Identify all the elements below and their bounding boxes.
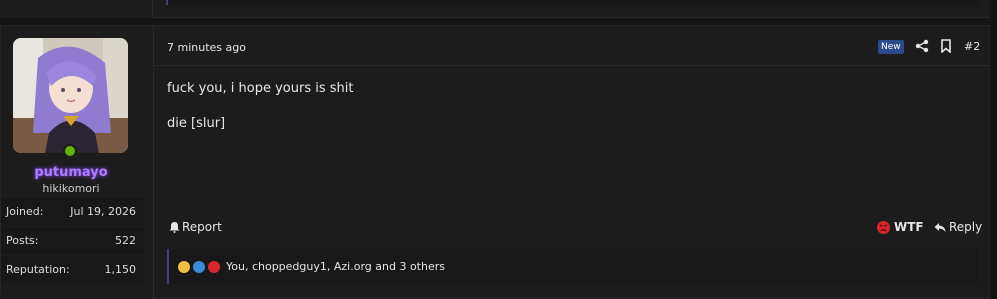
user-stats: Joined: Jul 19, 2026 Posts: 522 Reputati… — [1, 198, 144, 285]
previous-post-user-cell — [0, 0, 153, 18]
post-main-cell: 7 minutes ago New #2 fuck you, i hope yo… — [154, 26, 990, 299]
reply-label: Reply — [949, 220, 983, 234]
user-info-cell: putumayo hikikomori Joined: Jul 19, 2026… — [1, 26, 154, 299]
stat-row-reputation: Reputation: 1,150 — [1, 256, 144, 283]
new-badge: New — [878, 40, 904, 54]
online-status-indicator — [63, 144, 77, 158]
angry-face-icon — [877, 220, 890, 234]
reply-button[interactable]: Reply — [934, 220, 982, 234]
report-button[interactable]: Report — [169, 220, 222, 234]
forum-post: putumayo hikikomori Joined: Jul 19, 2026… — [0, 25, 990, 299]
angry-reaction-icon — [208, 260, 220, 273]
bell-icon — [169, 222, 180, 233]
avatar-anime-girl-image — [13, 38, 128, 153]
previous-post — [0, 0, 990, 18]
like-reaction-icon — [193, 260, 205, 273]
post-body-line: fuck you, i hope yours is shit — [167, 81, 354, 96]
post-body: fuck you, i hope yours is shit die [slur… — [167, 81, 353, 151]
stat-value: Jul 19, 2026 — [70, 205, 136, 218]
sad-reaction-icon — [178, 260, 190, 273]
stat-label: Reputation: — [6, 263, 70, 276]
stat-row-joined: Joined: Jul 19, 2026 — [1, 198, 144, 225]
previous-post-reaction-bar — [166, 0, 978, 5]
stat-value: 522 — [115, 234, 136, 247]
post-number-link[interactable]: #2 — [964, 40, 980, 53]
post-body-line: die [slur] — [167, 116, 226, 131]
bookmark-icon[interactable] — [940, 39, 952, 53]
wtf-reaction-button[interactable]: WTF — [877, 220, 924, 234]
share-icon[interactable] — [915, 39, 929, 53]
stat-label: Posts: — [6, 234, 39, 247]
avatar[interactable] — [13, 38, 128, 153]
stat-label: Joined: — [6, 205, 44, 218]
post-header: 7 minutes ago New #2 — [154, 26, 990, 66]
report-label: Report — [182, 220, 222, 234]
post-timestamp[interactable]: 7 minutes ago — [167, 41, 246, 54]
user-title: hikikomori — [42, 182, 100, 195]
wtf-label: WTF — [894, 220, 924, 234]
reaction-summary-bar[interactable]: You, choppedguy1, Azi.org and 3 others — [167, 249, 978, 284]
stat-row-posts: Posts: 522 — [1, 227, 144, 254]
reaction-summary-text[interactable]: You, choppedguy1, Azi.org and 3 others — [226, 260, 445, 273]
username[interactable]: putumayo — [1, 165, 141, 180]
stat-value: 1,150 — [104, 263, 137, 276]
reply-arrow-icon — [934, 222, 946, 232]
